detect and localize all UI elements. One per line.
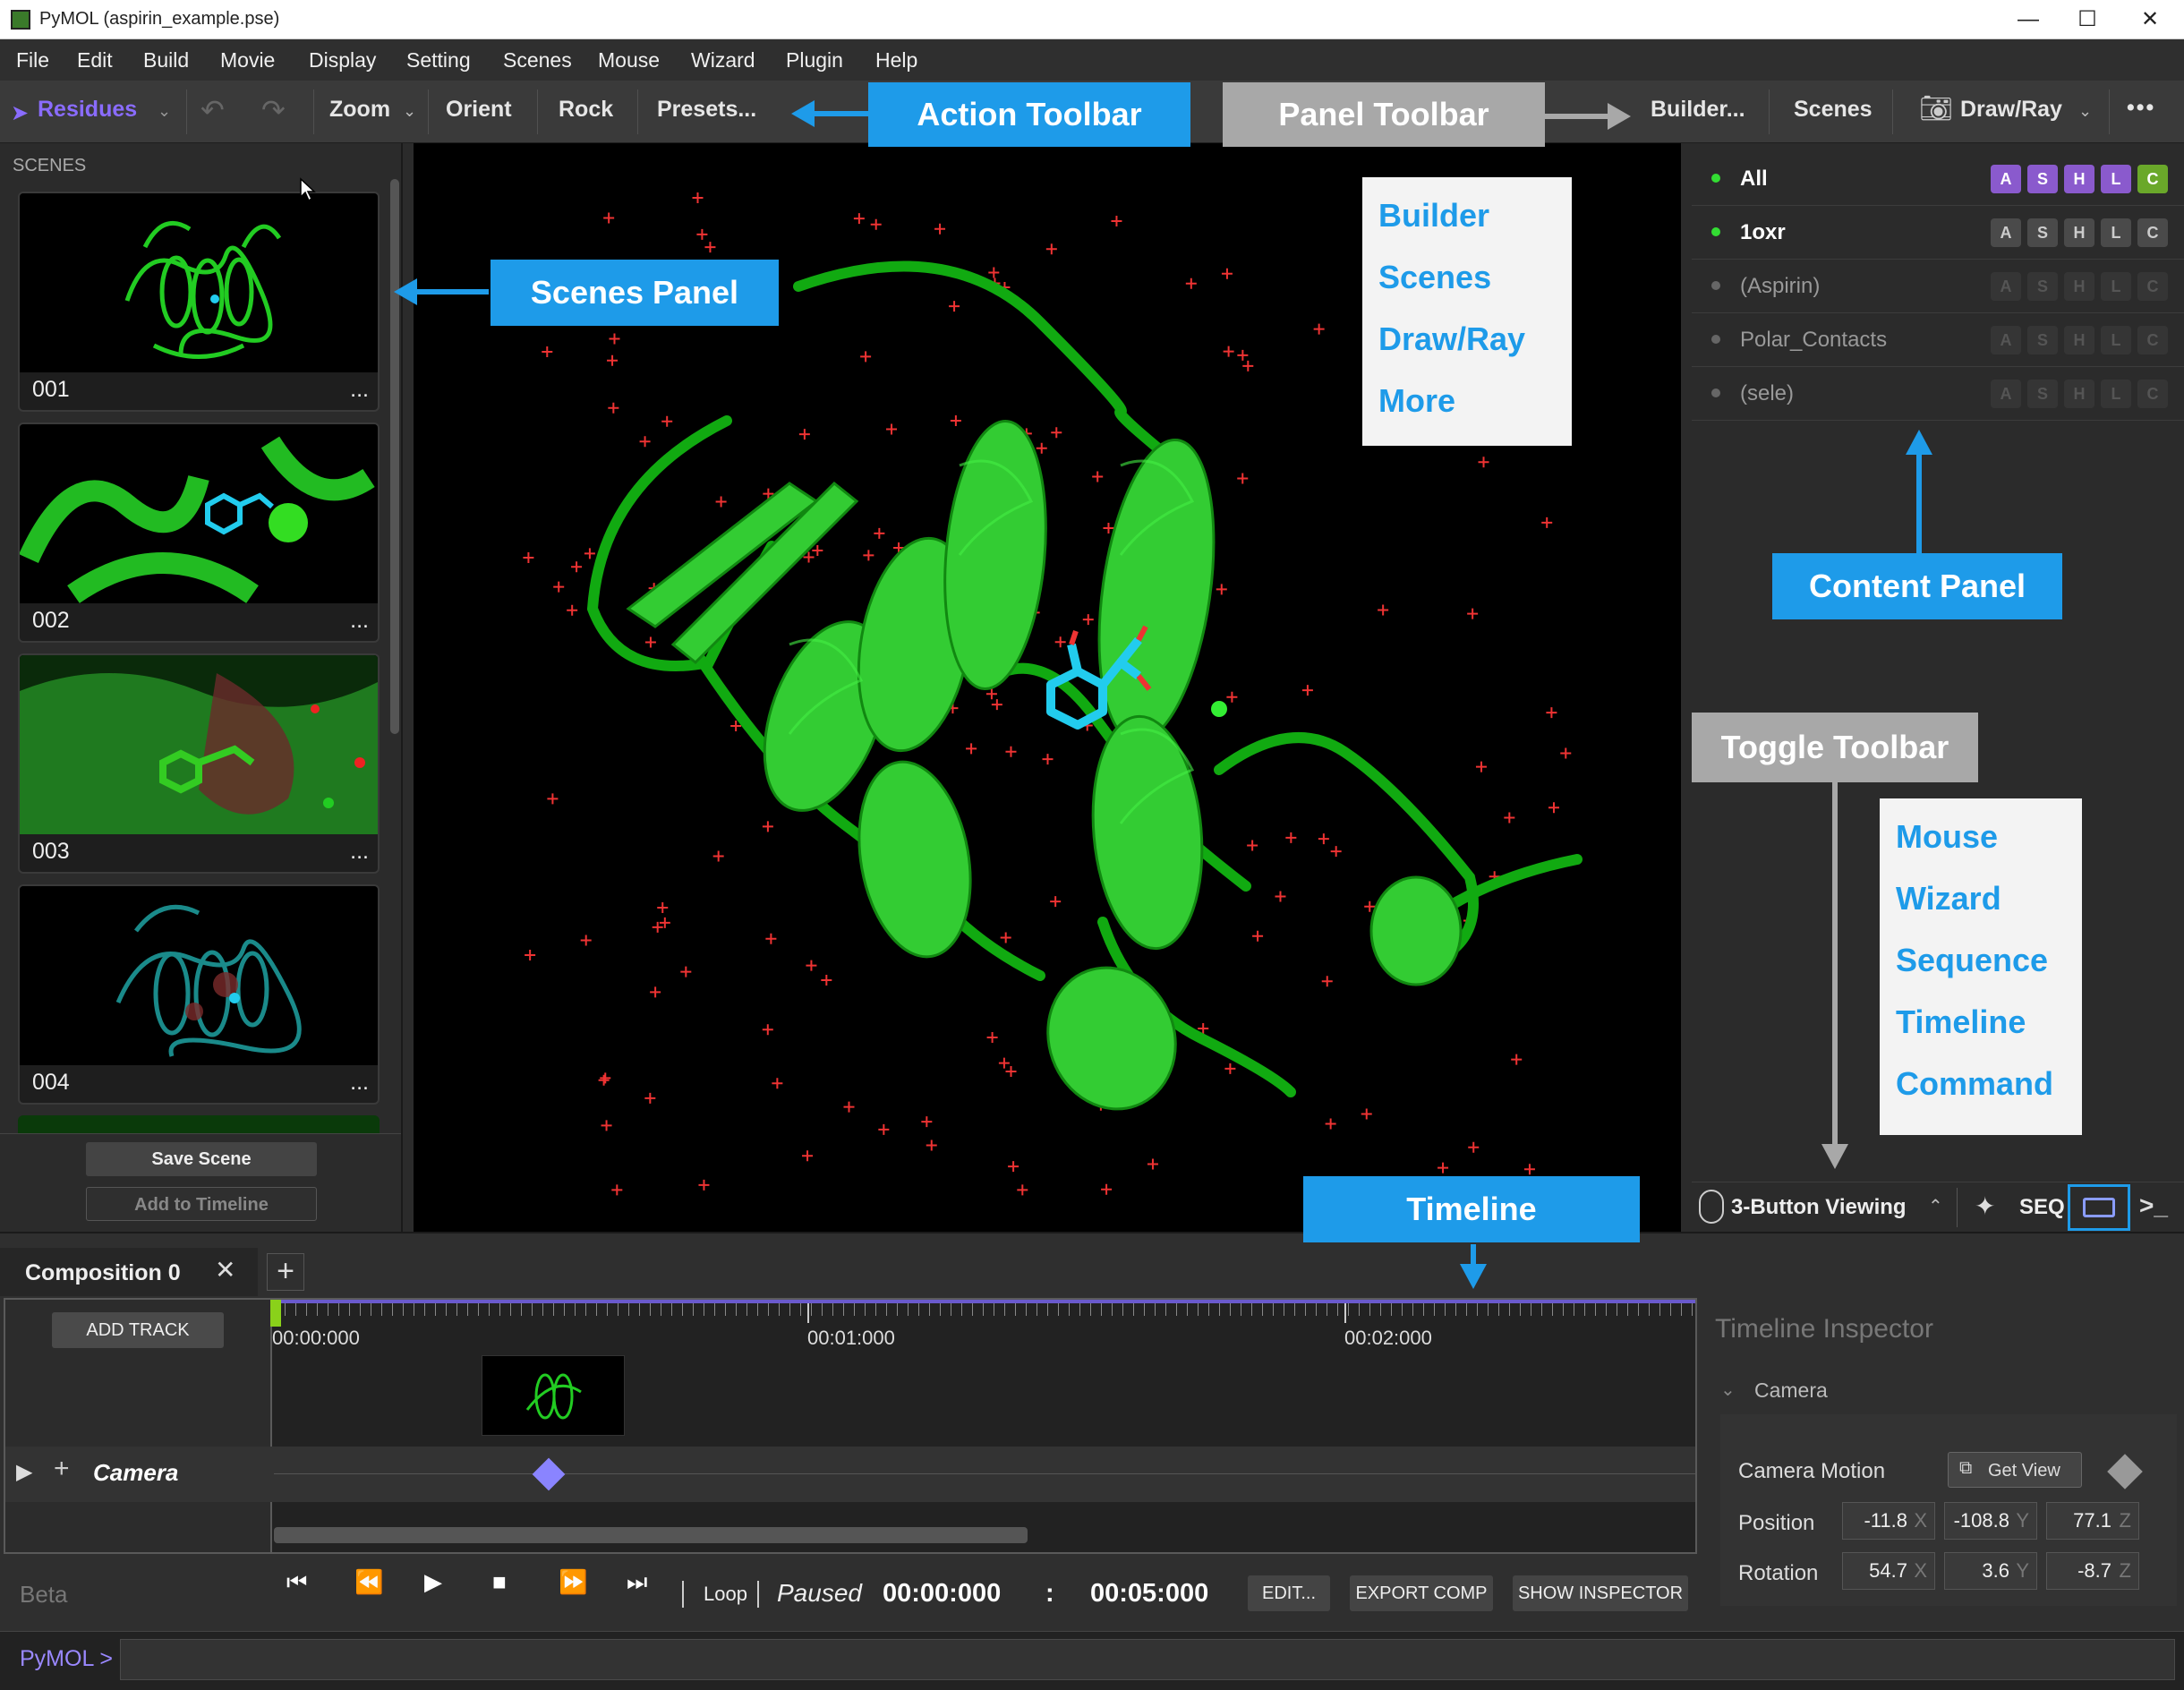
annotation-panel-item: Scenes [1378, 259, 1492, 295]
annotation-scenes-panel: Scenes Panel [491, 260, 779, 326]
annotation-toggle-item: Wizard [1896, 880, 2001, 917]
annotation-panel-item: Builder [1378, 197, 1490, 234]
annotation-toggle-item: Sequence [1896, 942, 2049, 978]
annotation-arrows [394, 100, 1932, 1289]
annotation-panel-toolbar: Panel Toolbar [1223, 82, 1545, 147]
annotation-action-toolbar: Action Toolbar [868, 82, 1190, 147]
annotation-toggle-toolbar: Toggle Toolbar [1692, 713, 1978, 782]
annotation-toggle-item: Mouse [1896, 818, 1999, 855]
annotation-panel-list: Builder Scenes Draw/Ray More [1362, 177, 1572, 446]
annotation-panel-item: Draw/Ray [1378, 320, 1526, 357]
annotation-toggle-item: Command [1896, 1065, 2054, 1102]
annotation-content-panel: Content Panel [1772, 553, 2062, 619]
annotation-panel-item: More [1378, 382, 1456, 419]
annotation-timeline: Timeline [1303, 1176, 1640, 1242]
annotation-toggle-item: Timeline [1896, 1003, 2026, 1040]
annotation-toggle-list: Mouse Wizard Sequence Timeline Command [1880, 798, 2082, 1135]
